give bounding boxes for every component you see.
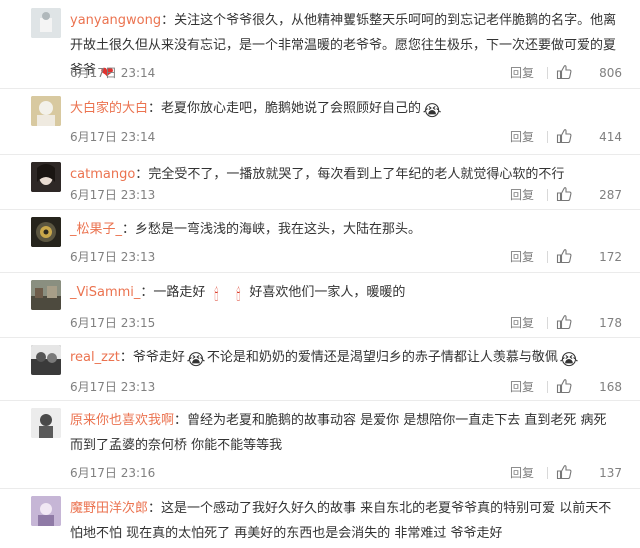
reply-button[interactable]: 回复 bbox=[510, 62, 534, 84]
comment-text: 魔野田洋次郎：这是一个感动了我好久好久的故事 来自东北的老夏爷爷真的特别可爱 以… bbox=[70, 501, 612, 541]
comment-item: 原来你也喜欢我啊：曾经为老夏和脆鹅的故事动容 是爱你 是想陪你一直走下去 直到老… bbox=[0, 400, 640, 489]
comment-text: _松果子_：乡愁是一弯浅浅的海峡，我在这头，大陆在那头。 bbox=[70, 222, 422, 237]
crying-face-icon: 😭 bbox=[559, 350, 579, 369]
like-button[interactable]: 137 bbox=[552, 462, 622, 484]
comment-meta: 6月17日 23:14 回复 414 bbox=[70, 126, 622, 148]
comment-body: 好喜欢他们一家人，暖暖的 bbox=[249, 285, 406, 300]
divider bbox=[547, 189, 548, 201]
comment-item: 大白家的大白：老夏你放心走吧，脆鹅她说了会照顾好自己的 😭 6月17日 23:14… bbox=[0, 88, 640, 155]
comment-meta: 6月17日 23:15 回复 178 bbox=[70, 312, 622, 334]
comment-body: 老夏你放心走吧，脆鹅她说了会照顾好自己的 bbox=[161, 101, 422, 116]
comment-time: 6月17日 23:14 bbox=[70, 130, 156, 144]
comment-body: 乡愁是一弯浅浅的海峡，我在这头，大陆在那头。 bbox=[135, 222, 422, 237]
comment-username[interactable]: catmango bbox=[70, 167, 135, 182]
candle-icon: 🕯 bbox=[214, 285, 219, 304]
comment-body: 不论是和奶奶的爱情还是渴望归乡的赤子情都让人羡慕与敬佩 bbox=[206, 350, 558, 365]
comment-username[interactable]: _松果子_ bbox=[70, 222, 122, 237]
comment-meta: 6月17日 23:16 回复 137 bbox=[70, 462, 622, 484]
comment-username[interactable]: real_zzt bbox=[70, 350, 120, 365]
comment-item: catmango：完全受不了，一播放就哭了，每次看到上了年纪的老人就觉得心软的不… bbox=[0, 154, 640, 210]
avatar[interactable] bbox=[31, 217, 61, 247]
divider bbox=[547, 251, 548, 263]
like-button[interactable]: 414 bbox=[552, 126, 622, 148]
comment-text: _ViSammi_：一路走好 🕯 🕯 好喜欢他们一家人，暖暖的 bbox=[70, 285, 406, 304]
reply-button[interactable]: 回复 bbox=[510, 184, 534, 206]
divider bbox=[547, 317, 548, 329]
comment-item: _ViSammi_：一路走好 🕯 🕯 好喜欢他们一家人，暖暖的 6月17日 23:15… bbox=[0, 272, 640, 338]
thumbs-up-icon bbox=[556, 379, 572, 394]
comment-feed: yanyangwong：关注这个爷爷很久，从他精神矍铄整天乐呵呵的到忘记老伴脆鹅… bbox=[0, 0, 640, 541]
crying-face-icon: 😭 bbox=[422, 101, 442, 120]
like-count: 806 bbox=[599, 66, 622, 80]
comment-username[interactable]: yanyangwong bbox=[70, 13, 161, 28]
like-count: 172 bbox=[599, 250, 622, 264]
like-button[interactable]: 172 bbox=[552, 246, 622, 268]
comment-meta: 6月17日 23:13 回复 287 bbox=[70, 184, 622, 206]
comment-username[interactable]: _ViSammi_ bbox=[70, 285, 140, 300]
like-count: 287 bbox=[599, 188, 622, 202]
comment-username[interactable]: 大白家的大白 bbox=[70, 101, 148, 116]
avatar[interactable] bbox=[31, 345, 61, 375]
comment-text: real_zzt：爷爷走好 😭 不论是和奶奶的爱情还是渴望归乡的赤子情都让人羡慕与敬… bbox=[70, 350, 579, 369]
like-count: 168 bbox=[599, 380, 622, 394]
divider bbox=[547, 67, 548, 79]
comment-time: 6月17日 23:13 bbox=[70, 188, 156, 202]
comment-body: 爷爷走好 bbox=[132, 350, 185, 365]
thumbs-up-icon bbox=[556, 249, 572, 264]
avatar[interactable] bbox=[31, 162, 61, 192]
like-count: 414 bbox=[599, 130, 622, 144]
divider bbox=[547, 467, 548, 479]
avatar[interactable] bbox=[31, 96, 61, 126]
comment-time: 6月17日 23:16 bbox=[70, 466, 156, 480]
comment-time: 6月17日 23:13 bbox=[70, 380, 156, 394]
thumbs-up-icon bbox=[556, 65, 572, 80]
avatar[interactable] bbox=[31, 8, 61, 38]
avatar[interactable] bbox=[31, 496, 61, 526]
comment-meta: 6月17日 23:13 回复 168 bbox=[70, 376, 622, 398]
comment-time: 6月17日 23:14 bbox=[70, 66, 156, 80]
comment-item: yanyangwong：关注这个爷爷很久，从他精神矍铄整天乐呵呵的到忘记老伴脆鹅… bbox=[0, 0, 640, 89]
thumbs-up-icon bbox=[556, 129, 572, 144]
candle-icon: 🕯 bbox=[236, 285, 241, 304]
comment-text: 大白家的大白：老夏你放心走吧，脆鹅她说了会照顾好自己的 😭 bbox=[70, 101, 442, 120]
comment-item: 魔野田洋次郎：这是一个感动了我好久好久的故事 来自东北的老夏爷爷真的特别可爱 以… bbox=[0, 488, 640, 548]
like-count: 178 bbox=[599, 316, 622, 330]
thumbs-up-icon bbox=[556, 465, 572, 480]
avatar[interactable] bbox=[31, 408, 61, 438]
divider bbox=[547, 131, 548, 143]
crying-face-icon: 😭 bbox=[186, 350, 206, 369]
thumbs-up-icon bbox=[556, 187, 572, 202]
comment-time: 6月17日 23:13 bbox=[70, 250, 156, 264]
avatar[interactable] bbox=[31, 280, 61, 310]
like-button[interactable]: 168 bbox=[552, 376, 622, 398]
comment-username[interactable]: 魔野田洋次郎 bbox=[70, 501, 148, 516]
comment-time: 6月17日 23:15 bbox=[70, 316, 156, 330]
comment-username[interactable]: 原来你也喜欢我啊 bbox=[70, 413, 174, 428]
reply-button[interactable]: 回复 bbox=[510, 462, 534, 484]
reply-button[interactable]: 回复 bbox=[510, 246, 534, 268]
divider bbox=[547, 381, 548, 393]
comment-body: 完全受不了，一播放就哭了，每次看到上了年纪的老人就觉得心软的不行 bbox=[148, 167, 565, 182]
comment-item: real_zzt：爷爷走好 😭 不论是和奶奶的爱情还是渴望归乡的赤子情都让人羡慕与敬… bbox=[0, 337, 640, 401]
comment-body: 一路走好 bbox=[153, 285, 206, 300]
reply-button[interactable]: 回复 bbox=[510, 126, 534, 148]
reply-button[interactable]: 回复 bbox=[510, 312, 534, 334]
reply-button[interactable]: 回复 bbox=[510, 376, 534, 398]
comment-item: _松果子_：乡愁是一弯浅浅的海峡，我在这头，大陆在那头。 6月17日 23:13… bbox=[0, 209, 640, 273]
thumbs-up-icon bbox=[556, 315, 572, 330]
comment-meta: 6月17日 23:14 回复 806 bbox=[70, 62, 622, 84]
like-count: 137 bbox=[599, 466, 622, 480]
like-button[interactable]: 287 bbox=[552, 184, 622, 206]
comment-text: 原来你也喜欢我啊：曾经为老夏和脆鹅的故事动容 是爱你 是想陪你一直走下去 直到老… bbox=[70, 413, 607, 453]
comment-meta: 6月17日 23:13 回复 172 bbox=[70, 246, 622, 268]
like-button[interactable]: 178 bbox=[552, 312, 622, 334]
like-button[interactable]: 806 bbox=[552, 62, 622, 84]
